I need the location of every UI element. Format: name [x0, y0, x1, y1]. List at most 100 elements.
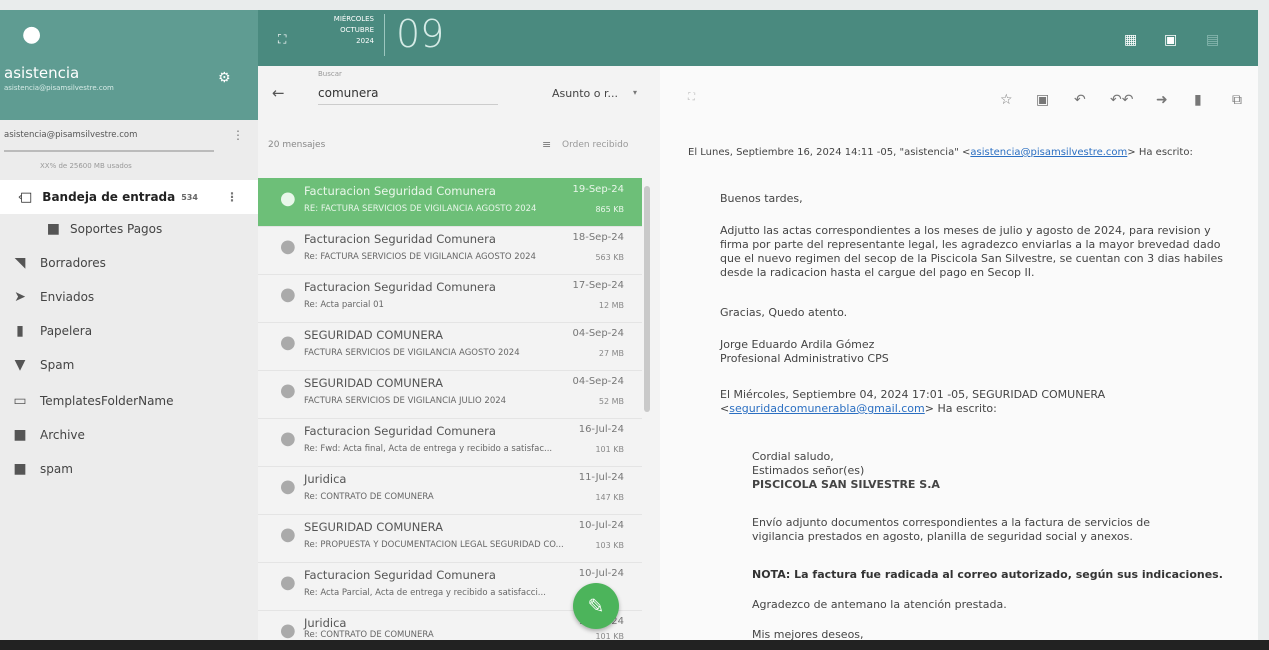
quota-text: XX% de 25600 MB usados — [40, 162, 132, 170]
message-date: 10-Jul-24 — [578, 520, 624, 531]
sidebar-item-label: Papelera — [40, 324, 93, 338]
quota-email: asistencia@pisamsilvestre.com — [4, 130, 138, 140]
sidebar-item-enviados[interactable]: ➤ Enviados — [0, 280, 258, 314]
sidebar-item-papelera[interactable]: ▮ Papelera — [0, 314, 258, 348]
search-input[interactable]: comunera — [318, 86, 379, 100]
calendar-icon[interactable]: ▦ — [1124, 32, 1137, 48]
quota-bar — [4, 150, 214, 152]
quote-header-email-line: <seguridadcomunerabla@gmail.com> Ha escr… — [720, 402, 997, 415]
folder-menu-icon[interactable]: ⋮ — [226, 190, 238, 204]
date-widget-text: MIÉRCOLES OCTUBRE 2024 — [318, 14, 374, 47]
search-filter-select[interactable]: Asunto o r... — [552, 87, 618, 100]
greeting-text: Buenos tardes, — [720, 192, 803, 205]
message-size: 101 KB — [595, 632, 624, 640]
sort-icon[interactable]: ≡ — [542, 138, 551, 151]
message-row[interactable]: ● Facturacion Seguridad Comunera Re: Fwd… — [258, 418, 642, 467]
message-size: 101 KB — [595, 445, 624, 454]
sidebar-item-templates[interactable]: ▭ TemplatesFolderName — [0, 384, 258, 418]
account-menu-icon[interactable]: ⋮ — [232, 128, 244, 142]
contact-avatar-icon: ● — [280, 284, 296, 305]
sidebar-item-label: Enviados — [40, 290, 95, 304]
message-from: Facturacion Seguridad Comunera — [304, 184, 496, 198]
compose-pencil-button[interactable]: ✎ — [573, 583, 619, 629]
message-from: Juridica — [304, 616, 347, 630]
quote-email[interactable]: seguridadcomunerabla@gmail.com — [729, 402, 925, 415]
reply-header-suffix: > Ha escrito: — [1127, 147, 1193, 158]
quote-company: PISCICOLA SAN SILVESTRE S.A — [752, 478, 940, 491]
quote-header-line: El Miércoles, Septiembre 04, 2024 17:01 … — [720, 388, 1106, 401]
message-subject: RE: FACTURA SERVICIOS DE VIGILANCIA AGOS… — [304, 204, 537, 214]
body-paragraph: Adjutto las actas correspondientes a los… — [720, 224, 1223, 279]
signature-title: Profesional Administrativo CPS — [720, 352, 889, 365]
forward-icon[interactable]: ➜ — [1156, 92, 1168, 108]
message-from: Facturacion Seguridad Comunera — [304, 424, 496, 438]
message-from: Facturacion Seguridad Comunera — [304, 568, 496, 582]
contact-avatar-icon: ● — [280, 620, 296, 640]
message-date: 18-Sep-24 — [572, 232, 624, 243]
message-row[interactable]: ● Juridica Re: CONTRATO DE COMUNERA 11-J… — [258, 466, 642, 515]
fullscreen-icon[interactable]: ⛶ — [688, 92, 695, 103]
message-from: SEGURIDAD COMUNERA — [304, 376, 443, 390]
sidebar-item-label: Spam — [40, 358, 75, 372]
message-row[interactable]: ● Facturacion Seguridad Comunera Re: Act… — [258, 274, 642, 323]
sidebar-item-borradores[interactable]: ◥ Borradores — [0, 246, 258, 280]
apps-icon[interactable]: ▤ — [1206, 32, 1219, 48]
reply-header-email[interactable]: asistencia@pisamsilvestre.com — [970, 147, 1127, 158]
contact-avatar-icon: ● — [280, 332, 296, 353]
reply-header-line: El Lunes, Septiembre 16, 2024 14:11 -05,… — [688, 146, 1193, 160]
message-row[interactable]: ● SEGURIDAD COMUNERA FACTURA SERVICIOS D… — [258, 322, 642, 371]
quote-paragraph: Envío adjunto documentos correspondiente… — [752, 516, 1150, 543]
delete-icon[interactable]: ▮ — [1194, 92, 1202, 108]
sidebar-item-spam-folder[interactable]: ■ spam — [0, 452, 258, 486]
settings-gear-icon[interactable]: ⚙ — [218, 70, 231, 86]
message-subject: Re: PROPUESTA Y DOCUMENTACIÓN LEGAL SEGU… — [304, 540, 564, 550]
message-row[interactable]: ● Facturacion Seguridad Comunera RE: FAC… — [258, 178, 642, 227]
sidebar-item-soportes-pagos[interactable]: ■ Soportes Pagos — [0, 212, 258, 246]
user-avatar-icon[interactable]: ● — [22, 22, 41, 47]
date-month: OCTUBRE — [340, 26, 374, 34]
message-row[interactable]: ● Facturacion Seguridad Comunera Re: FAC… — [258, 226, 642, 275]
contact-avatar-icon: ● — [280, 188, 296, 209]
sidebar-item-label: spam — [40, 462, 73, 476]
open-external-icon[interactable]: ⧉ — [1232, 92, 1242, 108]
drafts-icon: ◥ — [14, 255, 26, 271]
date-weekday: MIÉRCOLES — [333, 15, 374, 23]
message-date: 04-Sep-24 — [572, 328, 624, 339]
list-scrollbar[interactable] — [644, 186, 650, 412]
thanks-text: Gracias, Quedo atento. — [720, 306, 848, 319]
message-row[interactable]: ● SEGURIDAD COMUNERA FACTURA SERVICIOS D… — [258, 370, 642, 419]
message-date: 04-Sep-24 — [572, 376, 624, 387]
dropdown-caret-icon[interactable]: ▾ — [633, 88, 637, 97]
tag-icon[interactable]: ▣ — [1036, 92, 1049, 108]
sidebar-item-label: Archive — [40, 428, 85, 442]
sidebar-item-archive[interactable]: ■ Archive — [0, 418, 258, 452]
date-day: 09 — [396, 12, 445, 56]
quote-salute: Cordial saludo, — [752, 450, 834, 463]
expand-icon[interactable]: ⛶ — [278, 32, 286, 47]
account-name: asistencia — [4, 64, 80, 82]
back-arrow-icon[interactable]: ← — [272, 84, 285, 102]
contacts-icon[interactable]: ▣ — [1164, 32, 1177, 48]
inbox-icon: □ — [20, 189, 33, 205]
message-subject: Re: Fwd: Acta final, Acta de entrega y r… — [304, 444, 553, 454]
trash-icon: ▮ — [16, 323, 24, 339]
message-date: 19-Sep-24 — [572, 184, 624, 195]
screen-bottom-edge — [0, 640, 1269, 650]
message-size: 865 KB — [595, 205, 624, 214]
spam-icon: ▼ — [14, 357, 26, 373]
sidebar-item-spam[interactable]: ▼ Spam — [0, 348, 258, 382]
message-from: Facturacion Seguridad Comunera — [304, 280, 496, 294]
message-row[interactable]: ● SEGURIDAD COMUNERA Re: PROPUESTA Y DOC… — [258, 514, 642, 563]
reply-header-prefix: El Lunes, Septiembre 16, 2024 14:11 -05,… — [688, 147, 971, 158]
contact-avatar-icon: ● — [280, 236, 296, 257]
account-email: asistencia@pisamsilvestre.com — [4, 84, 114, 92]
reply-icon[interactable]: ↶ — [1074, 92, 1086, 108]
star-icon[interactable]: ☆ — [1000, 92, 1013, 108]
contact-avatar-icon: ● — [280, 572, 296, 593]
sidebar-item-label: Soportes Pagos — [70, 222, 163, 236]
sort-label[interactable]: Orden recibido — [562, 140, 628, 150]
sidebar-item-inbox[interactable]: ‹ □ Bandeja de entrada 534 ⋮ — [0, 180, 258, 214]
message-size: 52 MB — [598, 397, 624, 406]
folder-icon: ■ — [46, 221, 60, 237]
reply-all-icon[interactable]: ↶↶ — [1110, 92, 1133, 108]
